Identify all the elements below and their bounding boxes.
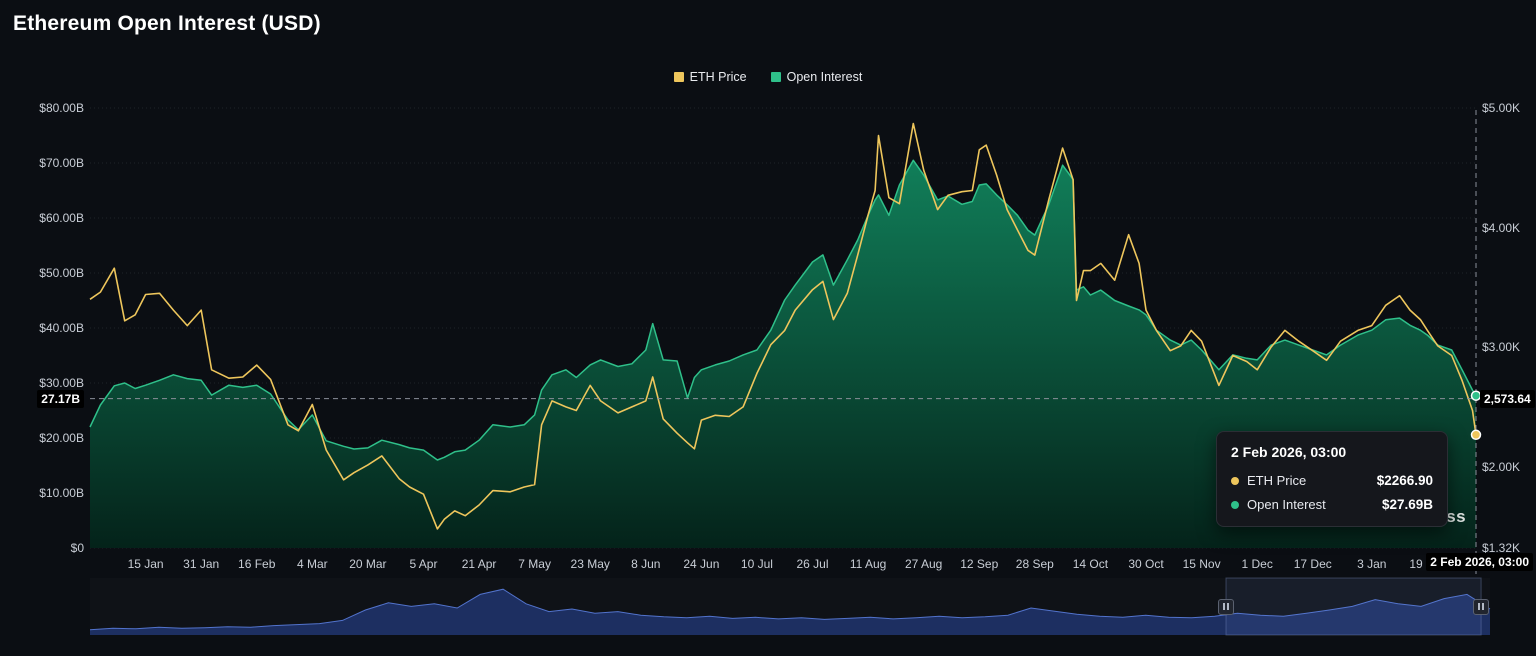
tooltip-label-eth-price: ETH Price: [1247, 473, 1306, 488]
open-interest-swatch-icon: [771, 72, 781, 82]
eth-price-swatch-icon: [674, 72, 684, 82]
crosshair-date-tag: 2 Feb 2026, 03:00: [1426, 553, 1533, 571]
chart-tooltip: 2 Feb 2026, 03:00 ETH Price $2266.90 Ope…: [1216, 431, 1448, 527]
left-axis-tick-label: $60.00B: [0, 211, 84, 225]
left-axis-tick-label: $10.00B: [0, 486, 84, 500]
left-axis-tick-label: $20.00B: [0, 431, 84, 445]
left-axis-tick-label: $30.00B: [0, 376, 84, 390]
left-axis-tick-label: $70.00B: [0, 156, 84, 170]
open-interest-dot-icon: [1231, 501, 1239, 509]
chart-legend: ETH Price Open Interest: [0, 70, 1536, 84]
eth-price-marker-dot: [1472, 430, 1481, 439]
tooltip-value-eth-price: $2266.90: [1377, 473, 1433, 488]
crosshair-price-value: 2,573.64: [1480, 390, 1535, 408]
legend-item-eth-price[interactable]: ETH Price: [674, 70, 747, 84]
navigator-handle-right[interactable]: [1473, 599, 1489, 615]
left-axis-tick-label: $80.00B: [0, 101, 84, 115]
crosshair-right-value-tag: 2,573.64: [1480, 390, 1535, 408]
legend-label-open-interest: Open Interest: [787, 70, 863, 84]
tooltip-row-open-interest: Open Interest $27.69B: [1231, 497, 1433, 512]
left-axis-tick-label: $40.00B: [0, 321, 84, 335]
crosshair-date-value: 2 Feb 2026, 03:00: [1426, 553, 1533, 571]
tooltip-label-open-interest: Open Interest: [1247, 497, 1326, 512]
tooltip-date: 2 Feb 2026, 03:00: [1231, 444, 1433, 460]
crosshair-open-interest-value: 27.17B: [37, 390, 84, 408]
tooltip-value-open-interest: $27.69B: [1382, 497, 1433, 512]
right-axis-tick-label: $3.00K: [1482, 340, 1520, 354]
right-axis-tick-label: $5.00K: [1482, 101, 1520, 115]
eth-price-dot-icon: [1231, 477, 1239, 485]
crosshair-left-value-tag: 27.17B: [0, 390, 84, 408]
legend-label-eth-price: ETH Price: [690, 70, 747, 84]
right-axis-tick-label: $4.00K: [1482, 221, 1520, 235]
tooltip-row-eth-price: ETH Price $2266.90: [1231, 473, 1433, 488]
ethereum-open-interest-app: Ethereum Open Interest (USD) ETH Price O…: [0, 0, 1536, 656]
navigator-selection: [1226, 578, 1481, 635]
left-axis-tick-label: $0: [0, 541, 84, 555]
navigator-handle-left[interactable]: [1218, 599, 1234, 615]
legend-item-open-interest[interactable]: Open Interest: [771, 70, 863, 84]
left-axis-tick-label: $50.00B: [0, 266, 84, 280]
right-axis-tick-label: $2.00K: [1482, 460, 1520, 474]
